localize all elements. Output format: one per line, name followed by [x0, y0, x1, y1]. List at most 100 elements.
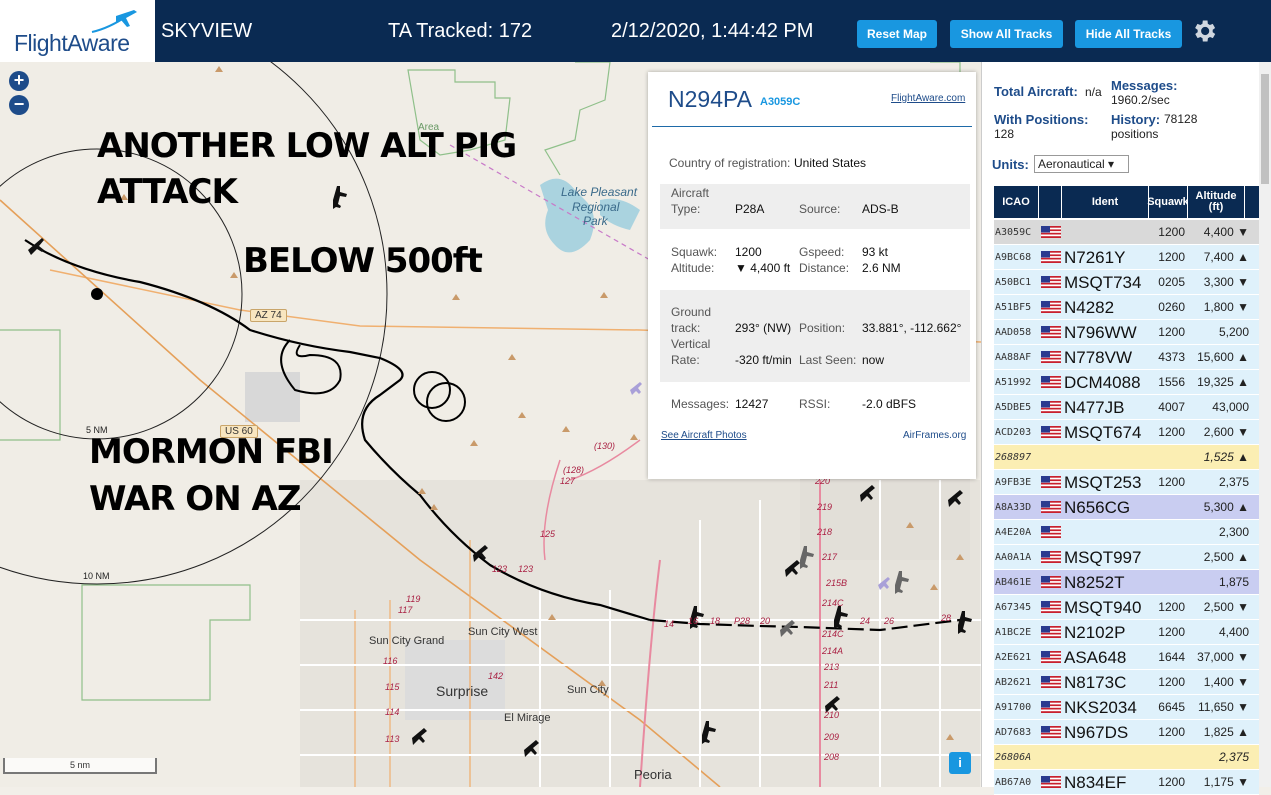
- table-row[interactable]: A8A33D N656CG 5,300 ▲: [994, 495, 1259, 520]
- us-flag-icon: [1041, 226, 1061, 238]
- col-flag[interactable]: [1039, 186, 1061, 218]
- table-row[interactable]: A5DBE5 N477JB 4007 43,000: [994, 395, 1259, 420]
- squawk-cell: 1200: [1158, 625, 1185, 639]
- ident-cell: ASA648: [1064, 648, 1127, 667]
- us-flag-icon: [1041, 476, 1061, 488]
- table-row[interactable]: ACD203 MSQT674 1200 2,600 ▼: [994, 420, 1259, 445]
- col-squawk[interactable]: Squawk: [1147, 186, 1189, 218]
- flag-cell: [1039, 720, 1061, 745]
- table-row[interactable]: 268897 1,525 ▲: [994, 445, 1259, 470]
- flag-cell: [1039, 345, 1061, 370]
- ground-track-label-2: track:: [671, 321, 701, 335]
- table-row[interactable]: A91700 NKS2034 6645 11,650 ▼: [994, 695, 1259, 720]
- squawk-cell: 1200: [1158, 225, 1185, 239]
- mile-marker: 209: [824, 732, 840, 742]
- squawk-cell: 1556: [1158, 375, 1185, 389]
- icao-cell: A91700: [995, 702, 1032, 713]
- mile-marker: 26: [884, 616, 895, 626]
- flag-cell: [1039, 245, 1061, 270]
- table-row[interactable]: AD7683 N967DS 1200 1,825 ▲: [994, 720, 1259, 745]
- annotation-line-3: BELOW 500ft: [243, 241, 483, 281]
- col-altitude[interactable]: Altitude (ft): [1188, 186, 1244, 218]
- table-row[interactable]: AB461E N8252T 1,875: [994, 570, 1259, 595]
- hide-all-tracks-button[interactable]: Hide All Tracks: [1075, 20, 1182, 48]
- track-section: [660, 290, 970, 382]
- table-row[interactable]: A4E20A 2,300: [994, 520, 1259, 545]
- flag-cell: [1039, 470, 1061, 495]
- icao-cell: A50BC1: [995, 277, 1032, 288]
- aircraft-info-popup: N294PA A3059C FlightAware.com Country of…: [648, 72, 976, 479]
- table-row[interactable]: AA88AF N778VW 4373 15,600 ▲: [994, 345, 1259, 370]
- altitude-value: ▼ 4,400 ft: [735, 261, 791, 275]
- mile-marker: (130): [594, 441, 616, 451]
- scrollbar-thumb[interactable]: [1261, 74, 1269, 184]
- aircraft-type-label-2: Type:: [671, 202, 701, 216]
- icao-cell: AA88AF: [995, 352, 1032, 363]
- units-select[interactable]: Aeronautical ▾: [1034, 155, 1129, 173]
- squawk-cell: 0260: [1158, 300, 1185, 314]
- flightaware-link[interactable]: FlightAware.com: [891, 93, 965, 104]
- squawk-cell: [1149, 545, 1187, 570]
- position-value: 33.881°, -112.662°: [862, 321, 962, 335]
- icao-cell: AB461E: [995, 577, 1032, 588]
- zoom-out-button[interactable]: −: [9, 95, 29, 115]
- gear-icon[interactable]: [1190, 17, 1218, 45]
- aircraft-photos-link[interactable]: See Aircraft Photos: [661, 430, 747, 441]
- icao-cell: A67345: [995, 602, 1032, 613]
- ident-cell: N2102P: [1064, 623, 1126, 642]
- table-row[interactable]: A50BC1 MSQT734 0205 3,300 ▼: [994, 270, 1259, 295]
- table-row[interactable]: AA0A1A MSQT997 2,500 ▲: [994, 545, 1259, 570]
- scrollbar[interactable]: [1259, 62, 1271, 787]
- us-flag-icon: [1041, 426, 1061, 438]
- logo-text: FlightAware: [14, 30, 130, 56]
- table-row[interactable]: A51992 DCM4088 1556 19,325 ▲: [994, 370, 1259, 395]
- mile-marker: 24: [860, 616, 871, 626]
- table-row[interactable]: A9BC68 N7261Y 1200 7,400 ▲: [994, 245, 1259, 270]
- altitude-cell: 1,800 ▼: [1203, 300, 1249, 314]
- table-row[interactable]: 26806A 2,375: [994, 745, 1259, 770]
- flag-cell: [1039, 420, 1061, 445]
- altitude-cell: 1,175 ▼: [1203, 775, 1249, 789]
- show-all-tracks-button[interactable]: Show All Tracks: [950, 20, 1063, 48]
- altitude-cell: 1,825 ▲: [1203, 725, 1249, 739]
- flightaware-logo[interactable]: FlightAware: [0, 0, 155, 62]
- mile-marker: 123: [518, 564, 534, 574]
- flag-cell: [1039, 645, 1061, 670]
- table-row[interactable]: A51BF5 N4282 0260 1,800 ▼: [994, 295, 1259, 320]
- table-row[interactable]: A3059C 1200 4,400 ▼: [994, 220, 1259, 245]
- altitude-cell: 3,300 ▼: [1203, 275, 1249, 289]
- gspeed-label: Gspeed:: [799, 245, 845, 259]
- squawk-cell: 4007: [1158, 400, 1185, 414]
- us-flag-icon: [1041, 376, 1061, 388]
- altitude-cell: 4,400: [1218, 625, 1249, 639]
- flag-cell: [1039, 695, 1061, 720]
- icao-cell: A51992: [995, 377, 1032, 388]
- table-row[interactable]: A9FB3E MSQT253 1200 2,375: [994, 470, 1259, 495]
- squawk-cell: 1200: [1158, 600, 1185, 614]
- table-row[interactable]: AB67A0 N834EF 1200 1,175 ▼: [994, 770, 1259, 795]
- altitude-cell: 2,300: [1218, 525, 1249, 539]
- units-label: Units:: [992, 157, 1029, 172]
- table-row[interactable]: A1BC2E N2102P 1200 4,400: [994, 620, 1259, 645]
- ident-cell: DCM4088: [1064, 373, 1141, 392]
- mile-marker: 123: [492, 564, 508, 574]
- reset-map-button[interactable]: Reset Map: [857, 20, 937, 48]
- altitude-cell: 15,600 ▲: [1197, 350, 1249, 364]
- info-button[interactable]: i: [949, 752, 971, 774]
- col-ident[interactable]: Ident: [1062, 186, 1148, 218]
- squawk-cell: [1149, 445, 1187, 470]
- city-el-mirage: El Mirage: [504, 712, 551, 724]
- col-icao[interactable]: ICAO: [994, 186, 1038, 218]
- table-row[interactable]: A67345 MSQT940 1200 2,500 ▼: [994, 595, 1259, 620]
- table-row[interactable]: AB2621 N8173C 1200 1,400 ▼: [994, 670, 1259, 695]
- icao-cell: AB67A0: [995, 777, 1032, 788]
- ident-cell: MSQT253: [1064, 473, 1142, 492]
- icao-cell: A8A33D: [995, 502, 1032, 513]
- table-row[interactable]: A2E621 ASA648 1644 37,000 ▼: [994, 645, 1259, 670]
- zoom-in-button[interactable]: +: [9, 71, 29, 91]
- lake-pleasant-label: Lake Pleasant: [561, 185, 638, 199]
- airframes-link[interactable]: AirFrames.org: [903, 430, 966, 441]
- mile-marker: 14: [664, 619, 675, 629]
- table-row[interactable]: AAD058 N796WW 1200 5,200: [994, 320, 1259, 345]
- squawk-cell: 1200: [1158, 675, 1185, 689]
